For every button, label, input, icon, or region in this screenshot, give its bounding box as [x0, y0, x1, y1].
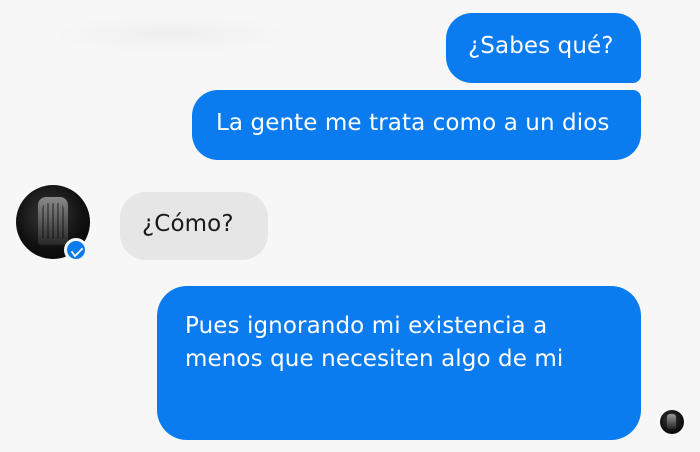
message-text: Pues ignorando mi existencia a menos que…: [185, 313, 564, 372]
seen-avatar-icon: [660, 410, 684, 434]
watermark: [52, 14, 292, 54]
message-bubble-outgoing[interactable]: Pues ignorando mi existencia a menos que…: [157, 286, 641, 440]
avatar-detail: [42, 203, 64, 239]
message-bubble-outgoing[interactable]: ¿Sabes qué?: [446, 13, 641, 83]
avatar-figure: [667, 414, 676, 429]
messenger-badge-icon: [64, 238, 88, 262]
chat-thread: ¿Sabes qué? La gente me trata como a un …: [0, 0, 700, 452]
message-text: ¿Cómo?: [142, 211, 234, 237]
message-bubble-outgoing[interactable]: La gente me trata como a un dios: [192, 90, 641, 160]
message-text: ¿Sabes qué?: [468, 33, 614, 59]
message-bubble-incoming[interactable]: ¿Cómo?: [120, 192, 268, 260]
message-text: La gente me trata como a un dios: [216, 110, 610, 136]
